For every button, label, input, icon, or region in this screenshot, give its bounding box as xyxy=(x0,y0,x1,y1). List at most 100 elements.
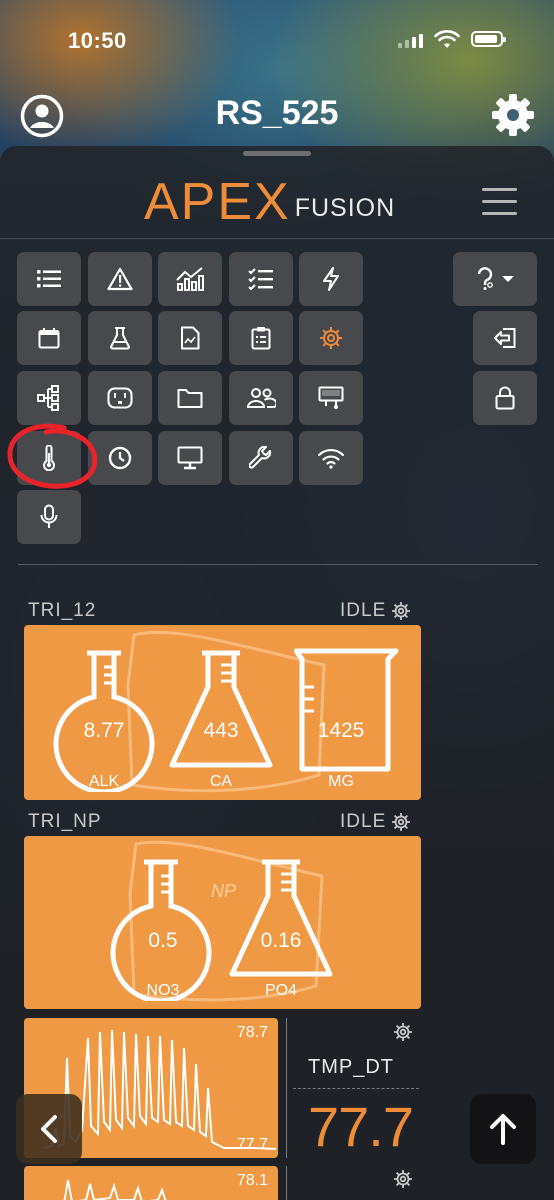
hamburger-menu-icon[interactable] xyxy=(482,188,517,224)
graph-min-value: 77.7 xyxy=(236,1136,268,1153)
arrow-up-icon xyxy=(490,1114,516,1145)
energy-button[interactable] xyxy=(299,252,363,306)
files-button[interactable] xyxy=(158,371,222,425)
cellular-signal-icon xyxy=(398,34,423,48)
apex-fusion-logo: APEX FUSION xyxy=(144,176,395,228)
alk-value: 8.77 xyxy=(83,719,125,742)
po4-value: 0.16 xyxy=(260,929,302,952)
small-gear-icon[interactable] xyxy=(393,1169,413,1189)
alarms-button[interactable] xyxy=(88,252,152,306)
outlet-icon xyxy=(107,387,133,409)
lightning-icon xyxy=(323,267,339,291)
logout-icon xyxy=(494,328,516,348)
drag-handle[interactable] xyxy=(243,151,311,156)
wrench-icon xyxy=(249,446,272,469)
po4-label: PO4 xyxy=(264,982,297,999)
logs-button[interactable] xyxy=(158,311,222,365)
top-bar: RS_525 xyxy=(0,84,554,144)
alert-triangle-icon xyxy=(107,267,133,291)
dashed-divider xyxy=(293,1088,419,1089)
list-button[interactable] xyxy=(17,252,81,306)
temperature-value: 77.7 xyxy=(308,1095,414,1158)
logout-button[interactable] xyxy=(473,311,537,365)
charts-button[interactable] xyxy=(158,252,222,306)
ca-value: 443 xyxy=(203,719,239,742)
trident-card[interactable]: 8.77 ALK 443 CA 1425 MG xyxy=(24,625,421,800)
ca-label: CA xyxy=(209,773,233,790)
wifi-status-icon xyxy=(434,30,460,48)
section-divider xyxy=(18,564,538,565)
battery-icon xyxy=(471,31,506,47)
status-label: IDLE xyxy=(340,811,387,832)
configuration-button[interactable] xyxy=(299,311,363,365)
gear-icon xyxy=(320,327,342,349)
modules-button[interactable] xyxy=(299,371,363,425)
graph-max-value: 78.1 xyxy=(236,1172,268,1189)
trident-np-name: TRI_NP xyxy=(28,811,102,832)
settings-gear-icon[interactable] xyxy=(490,92,536,138)
lock-icon xyxy=(495,386,515,410)
folder-icon xyxy=(177,389,203,408)
maintenance-button[interactable] xyxy=(229,431,293,485)
page-title: RS_525 xyxy=(215,94,339,132)
graph-max-value: 78.7 xyxy=(236,1024,268,1041)
conical-flask-icon xyxy=(229,859,333,977)
logo-apex: APEX xyxy=(144,173,291,231)
wifi-icon xyxy=(317,448,345,469)
display-module-icon xyxy=(318,386,344,409)
flow-icon xyxy=(37,385,59,411)
no3-value: 0.5 xyxy=(148,929,178,952)
list-icon xyxy=(37,270,61,288)
mg-value: 1425 xyxy=(317,719,365,742)
logo-fusion: FUSION xyxy=(294,194,396,222)
beaker-icon xyxy=(294,648,399,772)
vertical-divider xyxy=(286,1166,287,1200)
network-button[interactable] xyxy=(299,431,363,485)
trident-np-card[interactable]: NP 0.5 NO3 0.16 PO4 xyxy=(24,836,421,1009)
chevron-down-icon xyxy=(502,276,514,282)
monitor-icon xyxy=(177,446,203,470)
measurements-button[interactable] xyxy=(88,311,152,365)
mg-label: MG xyxy=(328,773,354,790)
small-gear-icon xyxy=(392,813,411,831)
help-icon xyxy=(477,267,493,290)
temperature-probe-name: TMP_DT xyxy=(308,1056,394,1078)
clipboard-icon xyxy=(251,327,271,350)
tasks-button[interactable] xyxy=(229,252,293,306)
help-dropdown-button[interactable] xyxy=(453,252,537,306)
checklist-icon xyxy=(248,268,273,290)
status-label: IDLE xyxy=(340,600,387,621)
clock-icon xyxy=(108,446,132,470)
calendar-button[interactable] xyxy=(17,311,81,365)
alk-label: ALK xyxy=(88,773,120,790)
trident-name: TRI_12 xyxy=(28,600,97,621)
status-time: 10:50 xyxy=(68,28,127,53)
outlets-button[interactable] xyxy=(88,371,152,425)
small-gear-icon[interactable] xyxy=(393,1022,413,1042)
back-button[interactable] xyxy=(16,1094,82,1164)
flask-icon xyxy=(110,327,130,350)
status-bar: 10:50 xyxy=(0,0,554,80)
chart-icon xyxy=(176,267,204,291)
no3-label: NO3 xyxy=(146,982,180,999)
scroll-to-top-button[interactable] xyxy=(470,1094,536,1164)
reports-button[interactable] xyxy=(229,311,293,365)
users-button[interactable] xyxy=(229,371,293,425)
main-panel: APEX FUSION TRI_12 IDLE 8.77 ALK 443 CA … xyxy=(0,146,554,1200)
dashboard-button[interactable] xyxy=(158,431,222,485)
voice-button[interactable] xyxy=(17,490,81,544)
red-annotation-circle xyxy=(7,423,98,489)
lock-button[interactable] xyxy=(473,371,537,425)
trident-np-status[interactable]: IDLE xyxy=(340,811,411,833)
trident-status[interactable]: IDLE xyxy=(340,600,411,622)
workflow-button[interactable] xyxy=(17,371,81,425)
vertical-divider xyxy=(286,1018,287,1158)
calendar-icon xyxy=(38,328,60,349)
document-icon xyxy=(181,326,200,350)
microphone-icon xyxy=(40,504,58,528)
users-icon xyxy=(246,388,276,408)
small-gear-icon xyxy=(392,602,411,620)
conical-flask-icon xyxy=(169,650,273,768)
temperature-graph-2[interactable]: 78.1 xyxy=(24,1166,278,1200)
header-divider xyxy=(0,238,554,239)
